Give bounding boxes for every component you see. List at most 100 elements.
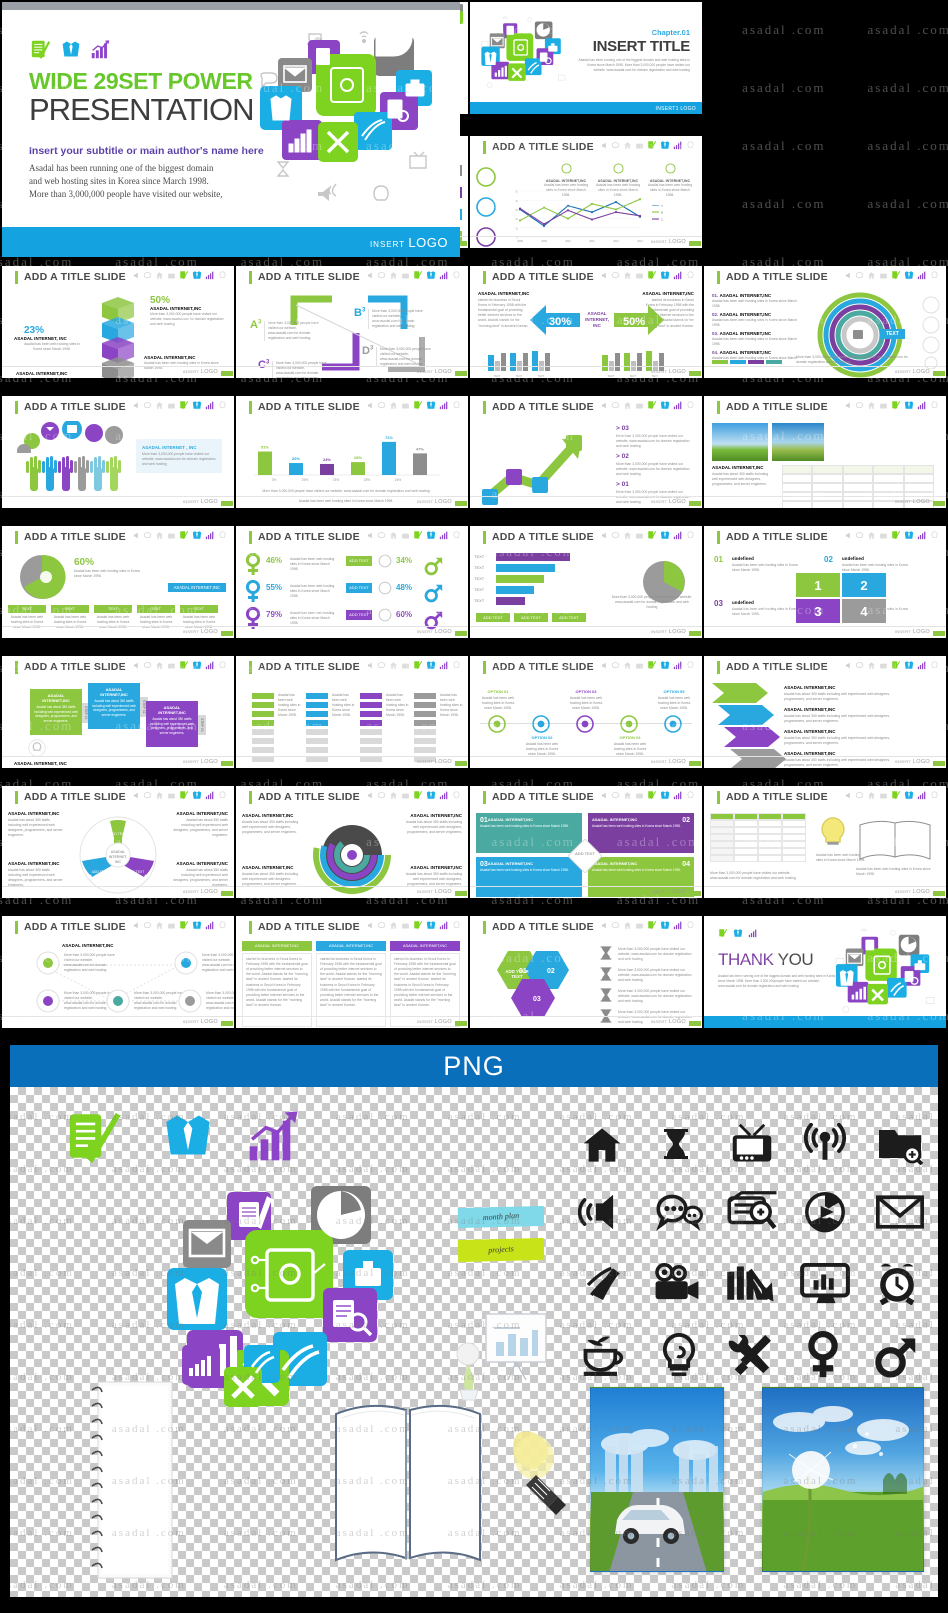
svg-text:03: 03 xyxy=(533,996,541,1003)
svg-text:2013: 2013 xyxy=(637,240,643,243)
slide-body: ASADAL INTERNET,INC Asadal has about 350 … xyxy=(2,809,234,894)
notepad-check-icon xyxy=(648,920,657,930)
speaker-icon xyxy=(846,532,850,538)
slide-hbar-pie[interactable]: ADD A TITLE SLIDE TEXT TEXT TEXT TEXT TEXT ADD… xyxy=(470,526,702,638)
tv-icon xyxy=(402,923,409,928)
slide-cubes-3d[interactable]: ADD A TITLE SLIDE 50% ASADAL INTERNET,INC M… xyxy=(2,266,234,378)
slide-chevron-list[interactable]: ADD A TITLE SLIDE ASADAL INTERNET,INC Asad… xyxy=(704,656,946,768)
shirt-tie-icon xyxy=(660,141,670,149)
left-arrow: 30% xyxy=(530,305,580,335)
light-bulb-icon xyxy=(453,530,460,538)
slide-divider xyxy=(2,366,234,367)
speaker-icon xyxy=(134,922,138,928)
network-node[interactable] xyxy=(106,989,130,1013)
stat-percent: 60% xyxy=(396,610,413,619)
chat-bubbles-icon xyxy=(611,271,620,278)
slide-steps-boxes[interactable]: ADD A TITLE SLIDE ASADAL INTERNET,INC Asad… xyxy=(2,656,234,768)
quadrant-card[interactable]: 01 ASADAL INTERNET,INC Asadal has been web… xyxy=(476,813,582,853)
home-icon xyxy=(868,791,875,799)
slide-thankyou[interactable]: THANK YOU Asadal has been running one of … xyxy=(704,916,946,1028)
slide-bar-percent[interactable]: ADD A TITLE SLIDE 51% 26% 24% 28% 72% 47% 3% 25%… xyxy=(236,396,468,508)
slide-ladder-bars[interactable]: ADD A TITLE SLIDE Asadal has been web hos… xyxy=(236,656,468,768)
step-box[interactable]: ASADAL INTERNET,INC Asadal has about 350 … xyxy=(146,701,198,747)
pie-badge: ASADAL INTERNET,INC xyxy=(167,583,226,592)
hbar xyxy=(496,586,534,594)
slide-donut-rings[interactable]: ADD A TITLE SLIDE 01. ASADAL INTERNET,INC… xyxy=(704,266,946,378)
slide-node-network[interactable]: ADD A TITLE SLIDE More than 3,000,000 peo… xyxy=(2,916,234,1028)
slide-three-columns[interactable]: ADD A TITLE SLIDE ASADAL INTERNET,INC star… xyxy=(236,916,468,1028)
light-bulb-icon xyxy=(453,270,460,278)
slide-header: ADD A TITLE SLIDE xyxy=(470,786,702,809)
slide-venn-three[interactable]: ADD A TITLE SLIDE ASADAL INTERNET,INC Asad… xyxy=(2,786,234,898)
stat-value: 50% xyxy=(150,295,171,306)
hbar-label: TEXT xyxy=(474,565,485,570)
step-box[interactable]: ASADAL INTERNET,INC Asadal has about 350 … xyxy=(88,683,140,729)
slide-gender-stats[interactable]: ADD A TITLE SLIDE 46% Asadal has been web … xyxy=(236,526,468,638)
slide-hands-up[interactable]: ADD A TITLE SLIDE ASADAL INTERNET , INC Mo… xyxy=(2,396,234,508)
add-text-tag[interactable]: ADD TEXT xyxy=(346,583,372,593)
slide-rising-arrow[interactable]: ADD A TITLE SLIDE > 03 More than 3,000,000… xyxy=(470,396,702,508)
add-text-tag[interactable]: ADD TEXT xyxy=(346,556,372,566)
network-node[interactable] xyxy=(36,989,60,1013)
tv-icon xyxy=(636,533,643,538)
timeline-node[interactable] xyxy=(664,715,682,733)
slide-photo-table[interactable]: ADD A TITLE SLIDE ASADAL INTERNET,INC Asad… xyxy=(704,396,946,508)
hbar-tag[interactable]: ADD TEXT xyxy=(514,613,548,622)
light-bulb-icon xyxy=(931,270,938,278)
footer-prefix: INSERT xyxy=(650,499,668,504)
left-table[interactable] xyxy=(710,813,806,862)
sticky-note-projects: projects xyxy=(457,1237,545,1263)
slide-bottom-bar xyxy=(704,1016,946,1028)
network-node[interactable] xyxy=(174,951,198,975)
home-icon xyxy=(868,661,875,669)
slide-book-table[interactable]: ADD A TITLE SLIDE More than 3,000,000 peo… xyxy=(704,786,946,898)
pie-text: Asadal has been web hosting sites in Kor… xyxy=(74,569,140,579)
title-accent-bar xyxy=(249,401,252,414)
slide-divider xyxy=(470,236,702,237)
network-node[interactable] xyxy=(36,951,60,975)
slide-chapter[interactable]: Chapter.01 INSERT TITLE Asadal has been ru… xyxy=(470,2,702,114)
hero-slide[interactable]: WIDE 29SET POWER PRESENTATION Insert you… xyxy=(2,2,460,257)
svg-text:28%: 28% xyxy=(364,478,371,482)
quadrant-text: Asadal has been web hosting sites in Kor… xyxy=(592,824,681,828)
timeline-node[interactable] xyxy=(620,715,638,733)
slide-two-arrows-bars[interactable]: ADD A TITLE SLIDE ASADAL INTERNET,INC star… xyxy=(470,266,702,378)
bar-chart-up-icon xyxy=(439,661,448,670)
hbar-tag[interactable]: ADD TEXT xyxy=(552,613,586,622)
quadrant-card[interactable]: 02 ASADAL INTERNET,INC Asadal has been web… xyxy=(588,813,694,853)
footer-prefix: INSERT xyxy=(894,759,912,764)
timeline-node[interactable] xyxy=(488,715,506,733)
callout-box[interactable]: ASADAL INTERNET , INC More than 3,000,000… xyxy=(136,439,222,474)
timeline-node[interactable] xyxy=(576,715,594,733)
footer-accent-bar xyxy=(933,891,945,896)
timeline-node[interactable] xyxy=(532,715,550,733)
slide-pie-60[interactable]: ADD A TITLE SLIDE 60% Asadal has been web … xyxy=(2,526,234,638)
tv-icon xyxy=(402,663,409,668)
footer-accent-bar xyxy=(455,761,467,766)
slide-divider xyxy=(2,496,234,497)
slide-line-chart[interactable]: ADD A TITLE SLIDE ASADAL INTERNET,INC Asad… xyxy=(470,136,702,248)
slide-hex-cluster[interactable]: ADD A TITLE SLIDE 01 02 03 ADD YOUR TEXT More… xyxy=(470,916,702,1028)
home-icon xyxy=(156,661,163,669)
stat-text: Asadal has been web hosting sites in Kor… xyxy=(290,584,335,599)
slide-four-quadrant[interactable]: ADD A TITLE SLIDE 01 ASADAL INTERNET,INC As… xyxy=(470,786,702,898)
shirt-tie-icon xyxy=(166,1115,210,1155)
quadrant-card[interactable]: 03 ASADAL INTERNET,INC Asadal has been web… xyxy=(476,857,582,897)
chat-bubbles-icon xyxy=(855,531,864,538)
header-icon-row xyxy=(365,270,461,280)
hbar-tag[interactable]: ADD TEXT xyxy=(476,613,510,622)
slide-abcd-arrows[interactable]: ADD A TITLE SLIDE A3 More than 3,000,000 p… xyxy=(236,266,468,378)
network-node[interactable] xyxy=(178,989,202,1013)
slide-radial-donut[interactable]: ADD A TITLE SLIDE ASADAL INTERNET,INC Asad… xyxy=(236,786,468,898)
chevron-shape xyxy=(718,705,774,725)
stat-company: ASADAL INTERNET,INC xyxy=(16,371,68,376)
add-text-tag[interactable]: ADD TEXT xyxy=(346,610,372,620)
slide-quad-numbers[interactable]: ADD A TITLE SLIDE 01 undefined Asadal has b… xyxy=(704,526,946,638)
step-box[interactable]: ASADAL INTERNET,INC Asadal has about 350 … xyxy=(30,689,82,735)
shirt-tie-icon xyxy=(660,271,670,279)
slide-options-timeline[interactable]: ADD A TITLE SLIDE OPTION 01 Asadal has bee… xyxy=(470,656,702,768)
option-text: Asadal has been web hosting sites in Kor… xyxy=(657,696,691,711)
notepad-check-icon xyxy=(414,400,423,410)
tv-icon xyxy=(636,273,643,278)
shirt-tie-icon xyxy=(904,661,914,669)
